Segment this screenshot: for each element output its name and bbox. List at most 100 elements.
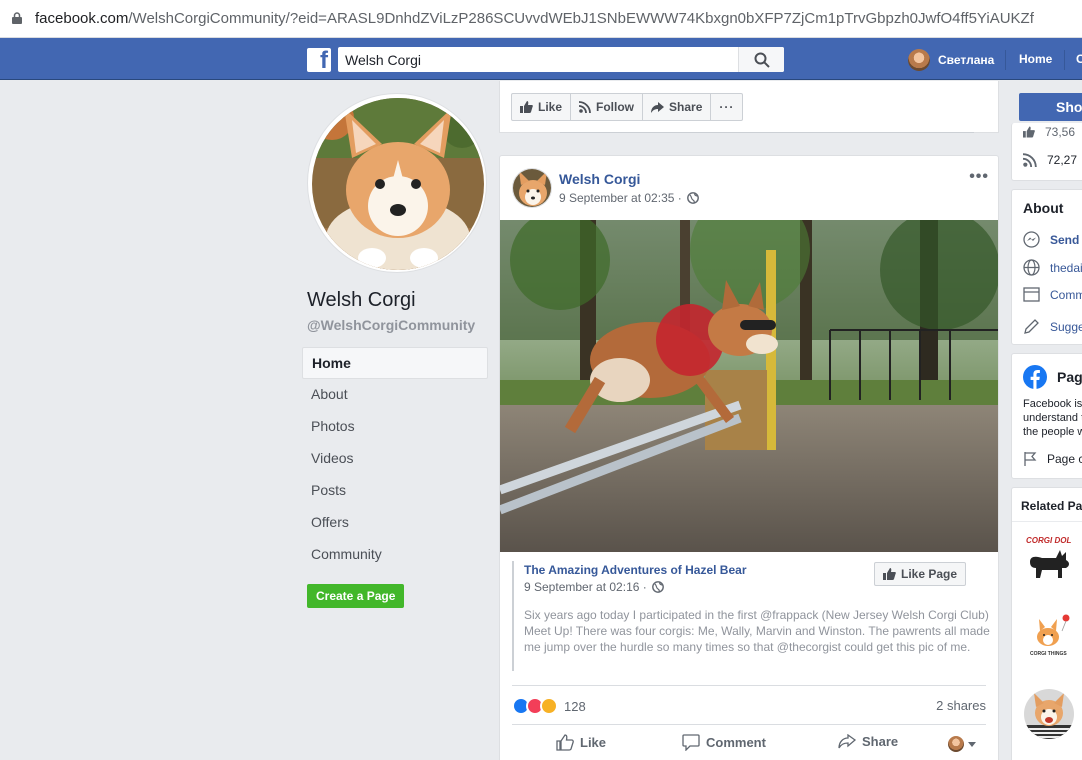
comment-icon	[682, 734, 700, 751]
shared-post: The Amazing Adventures of Hazel Bear 9 S…	[512, 561, 990, 671]
shared-post-text: Six years ago today I participated in th…	[524, 608, 990, 654]
post-action-buttons: Like Comment Share	[512, 728, 986, 760]
page-nav: Home About Photos Videos Posts Offers Co…	[302, 347, 488, 571]
thumbs-up-icon	[520, 101, 533, 113]
category-icon	[1023, 287, 1040, 302]
shared-time-text: 9 September at 02:16	[524, 580, 640, 594]
corgi-silhouette-icon	[1030, 550, 1069, 578]
website-link: thedai	[1050, 260, 1082, 275]
transparency-header[interactable]: Page	[1023, 365, 1082, 389]
likes-count: 73,56	[1045, 125, 1076, 139]
create-page-button[interactable]: Create a Page	[307, 584, 405, 608]
page-follow-button[interactable]: Follow	[570, 93, 644, 121]
pencil-icon	[1024, 319, 1039, 334]
corgi-photo-avatar	[1024, 689, 1074, 739]
related-page-logo-corgi-dol[interactable]: CORGI DOL	[1026, 536, 1072, 582]
about-title[interactable]: About	[1023, 200, 1063, 216]
transparency-link-row[interactable]: Page c	[1023, 451, 1082, 466]
user-name: Светлана	[938, 53, 995, 67]
category-row[interactable]: Comm	[1023, 287, 1082, 302]
suggest-edits-row[interactable]: Sugge	[1023, 318, 1082, 335]
home-link[interactable]: Home	[1019, 52, 1052, 66]
nav-item-community[interactable]: Community	[302, 539, 488, 571]
search-button[interactable]	[738, 47, 784, 72]
rss-icon	[1023, 153, 1037, 167]
nav-item-photos[interactable]: Photos	[302, 411, 488, 443]
send-message-row[interactable]: Send	[1023, 231, 1079, 248]
action-button-group: Like Follow Share ···	[511, 93, 744, 121]
comment-label: Comment	[706, 735, 766, 750]
nav-item-posts[interactable]: Posts	[302, 475, 488, 507]
corgi-profile-image	[312, 98, 484, 270]
page-like-button[interactable]: Like	[511, 93, 572, 121]
corgi-avatar-image	[513, 169, 551, 207]
transparency-text: Facebook is	[1023, 398, 1082, 410]
post-photo[interactable]	[500, 220, 998, 552]
shared-timestamp[interactable]: 9 September at 02:16 ·	[524, 580, 664, 594]
nav-item-videos[interactable]: Videos	[302, 443, 488, 475]
category-link: Comm	[1050, 287, 1082, 302]
divider	[1012, 521, 1082, 522]
followers-count: 72,27	[1047, 153, 1078, 167]
url-domain: facebook.com	[35, 10, 129, 27]
rss-icon	[579, 101, 591, 113]
lock-icon	[12, 12, 22, 24]
url-path: /WelshCorgiCommunity/?eid=ARASL9DnhdZViL…	[128, 10, 1034, 27]
transparency-text: the people w	[1023, 426, 1082, 438]
page-more-button[interactable]: ···	[710, 93, 744, 121]
nav-item-offers[interactable]: Offers	[302, 507, 488, 539]
globe-icon	[651, 581, 664, 593]
related-page-logo-text: CORGI THINGS	[1030, 651, 1067, 657]
post-as-selector[interactable]	[948, 736, 976, 752]
website-row[interactable]: thedai	[1023, 259, 1082, 276]
post-author-link[interactable]: Welsh Corgi	[559, 171, 640, 187]
facebook-top-bar: f Светлана Home C	[0, 38, 1082, 80]
page-transparency-card: Page Facebook is understand t the people…	[1011, 353, 1082, 479]
flag-icon	[1024, 452, 1037, 466]
search-box	[338, 47, 784, 72]
suggest-edits-link: Sugge	[1050, 319, 1082, 334]
reactions-summary[interactable]: 128	[512, 697, 586, 715]
post-time-text: 9 September at 02:35	[559, 191, 675, 205]
shared-author-link[interactable]: The Amazing Adventures of Hazel Bear	[524, 563, 747, 577]
browser-address-bar[interactable]: facebook.com/WelshCorgiCommunity/?eid=AR…	[0, 0, 1082, 38]
thumbs-up-icon	[1023, 126, 1035, 138]
like-page-button[interactable]: Like Page	[874, 562, 967, 586]
thumbs-up-outline-icon	[556, 734, 574, 751]
related-page-logo-corgi-things[interactable]: CORGI THINGS	[1026, 613, 1072, 663]
like-label: Like	[538, 100, 563, 114]
post-card: Welsh Corgi 9 September at 02:35 · ••• T…	[499, 155, 999, 760]
page-handle[interactable]: @WelshCorgiCommunity	[307, 317, 475, 333]
related-page-avatar[interactable]	[1024, 689, 1074, 739]
post-share-button[interactable]: Share	[838, 734, 898, 749]
messenger-icon	[1023, 231, 1040, 248]
create-link[interactable]: C	[1076, 52, 1082, 66]
page-profile-picture[interactable]	[307, 93, 487, 273]
post-comment-button[interactable]: Comment	[682, 734, 766, 751]
shop-now-button[interactable]: Sho	[1019, 93, 1082, 121]
nav-item-about[interactable]: About	[302, 379, 488, 411]
facebook-circle-icon	[1023, 365, 1047, 389]
follow-label: Follow	[596, 100, 635, 114]
meta-separator: ·	[677, 191, 682, 205]
facebook-logo-letter: f	[320, 47, 328, 74]
reaction-count: 128	[564, 698, 586, 714]
profile-link[interactable]: Светлана	[908, 48, 994, 72]
url-text[interactable]: facebook.com/WelshCorgiCommunity/?eid=AR…	[35, 10, 1034, 27]
haha-reaction-icon	[540, 697, 558, 715]
post-options-button[interactable]: •••	[969, 168, 989, 186]
shares-count[interactable]: 2 shares	[936, 698, 986, 713]
post-like-button[interactable]: Like	[556, 734, 606, 751]
likes-stat: 73,56	[1023, 125, 1075, 139]
page-share-button[interactable]: Share	[642, 93, 712, 121]
search-input[interactable]	[338, 47, 738, 72]
related-page-logo-text: CORGI DOL	[1026, 536, 1072, 545]
caret-down-icon	[968, 741, 976, 747]
post-author-avatar[interactable]	[512, 168, 552, 208]
search-icon	[754, 52, 770, 68]
nav-item-home[interactable]: Home	[302, 347, 488, 379]
post-timestamp[interactable]: 9 September at 02:35 ·	[559, 191, 699, 205]
user-avatar	[948, 736, 964, 752]
facebook-logo-icon[interactable]: f	[307, 47, 331, 74]
page-title: Welsh Corgi	[307, 289, 416, 311]
